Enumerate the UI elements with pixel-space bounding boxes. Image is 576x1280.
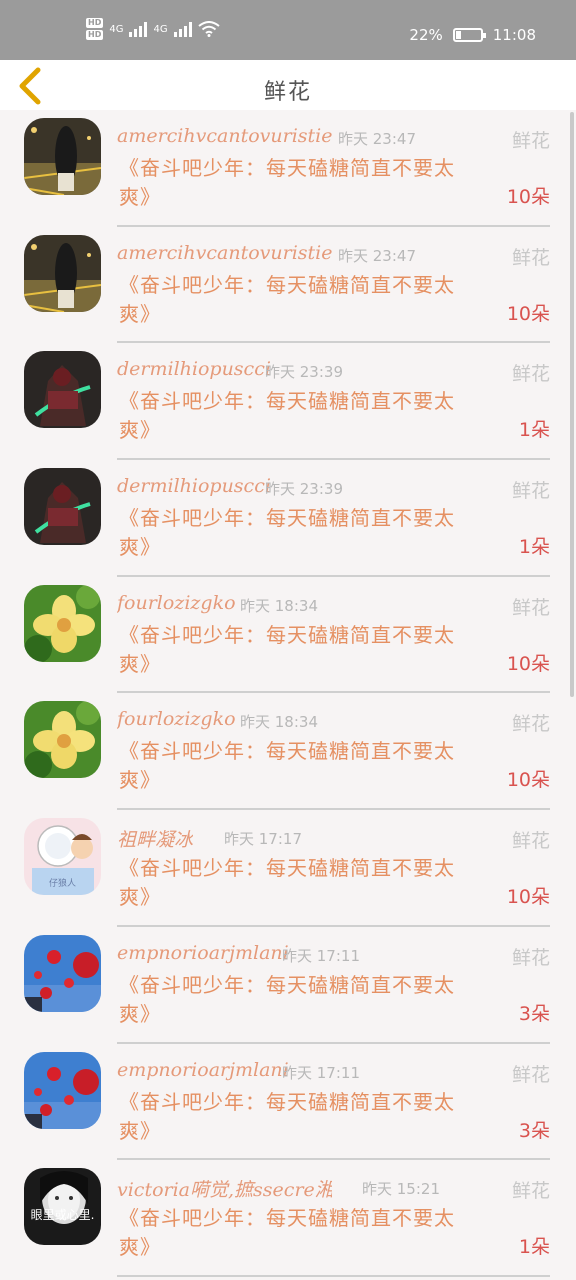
username[interactable]: fourlozizgko — [117, 592, 236, 614]
timestamp: 昨天 17:17 — [224, 830, 302, 849]
gift-list[interactable]: amercihvcantovuristier 昨天 23:47 鲜花 《奋斗吧少年：每… — [0, 110, 576, 1280]
timestamp: 昨天 17:11 — [282, 946, 360, 965]
timestamp: 昨天 17:11 — [282, 1063, 360, 1082]
status-right: 22% 11:08 — [409, 26, 536, 44]
gift-type-label: 鲜花 — [511, 480, 550, 503]
gift-type-label: 鲜花 — [511, 130, 550, 152]
flower-count: 10朵 — [506, 769, 550, 792]
timestamp: 昨天 18:34 — [240, 713, 318, 732]
hd-badges: HD HD — [86, 18, 104, 40]
status-left: HD HD 4G 4G — [86, 18, 220, 40]
signal-icon — [129, 21, 148, 37]
article-title[interactable]: 《奋斗吧少年：每天磕糖简直不要太爽》 — [119, 1204, 479, 1262]
gift-type-label: 鲜花 — [511, 246, 550, 269]
timestamp: 昨天 23:47 — [338, 130, 416, 148]
avatar[interactable] — [24, 351, 101, 429]
page-title: 鲜花 — [263, 80, 312, 105]
avatar[interactable] — [24, 934, 101, 1012]
avatar-text: 仔狼人 — [48, 879, 76, 890]
list-item[interactable]: empnorioarjmlani 昨天 17:11 鲜花《奋斗吧少年：每天磕糖简直不… — [0, 1044, 576, 1161]
timestamp: 昨天 23:39 — [265, 480, 343, 499]
avatar-text: 眼里或心里. — [30, 1208, 95, 1223]
gift-type-label: 鲜花 — [511, 946, 550, 969]
hd-badge: HD — [86, 18, 104, 28]
article-title[interactable]: 《奋斗吧少年：每天磕糖简直不要太爽》 — [119, 1088, 479, 1146]
avatar[interactable] — [24, 701, 101, 779]
timestamp: 昨天 23:47 — [338, 246, 416, 265]
avatar[interactable] — [24, 234, 101, 312]
list-item[interactable]: fourlozizgko 昨天 18:34 鲜花《奋斗吧少年：每天磕糖简直不要太爽》… — [0, 577, 576, 694]
article-title[interactable]: 《奋斗吧少年：每天磕糖简直不要太爽》 — [119, 504, 479, 562]
flower-count: 10朵 — [506, 302, 550, 325]
gift-type-label: 鲜花 — [511, 596, 550, 619]
status-bar: HD HD 4G 4G 22% 11:08 — [0, 0, 576, 60]
flower-count: 1朵 — [518, 1236, 550, 1259]
network-type: 4G — [109, 23, 124, 35]
divider — [117, 1274, 550, 1277]
avatar[interactable] — [24, 1051, 101, 1129]
avatar[interactable] — [24, 118, 101, 195]
article-title[interactable]: 《奋斗吧少年：每天磕糖简直不要太爽》 — [119, 971, 479, 1029]
username[interactable]: amercihvcantovuristier — [117, 125, 332, 147]
username[interactable]: fourlozizgko — [117, 708, 236, 730]
gift-type-label: 鲜花 — [511, 713, 550, 736]
list-item[interactable]: amercihvcantovuristier 昨天 23:47 鲜花《奋斗吧少年：每… — [0, 227, 576, 344]
flower-count: 10朵 — [506, 886, 550, 909]
battery-icon — [452, 28, 486, 42]
article-title[interactable]: 《奋斗吧少年：每天磕糖简直不要太爽》 — [119, 621, 479, 679]
timestamp: 昨天 15:21 — [362, 1180, 440, 1199]
header: 鲜花 — [0, 60, 576, 110]
list-item[interactable]: 仔狼人 祖畔凝冰 昨天 17:17 鲜花《奋斗吧少年：每天磕糖简直不要太爽》 10朵 — [0, 810, 576, 927]
flower-count: 3朵 — [518, 1119, 550, 1142]
article-title[interactable]: 《奋斗吧少年：每天磕糖简直不要太爽》 — [119, 154, 479, 212]
avatar[interactable]: 眼里或心里. — [24, 1168, 101, 1246]
network-type: 4G — [153, 23, 168, 35]
flower-count: 1朵 — [518, 536, 550, 559]
gift-type-label: 鲜花 — [511, 363, 550, 386]
gift-type-label: 鲜花 — [511, 1180, 550, 1203]
flower-count: 3朵 — [518, 1002, 550, 1025]
avatar[interactable] — [24, 468, 101, 546]
list-item[interactable]: 眼里或心里. victoria嗬觉,摭ssecre湘t 昨天 15:21 鲜花《奋斗吧… — [0, 1160, 576, 1277]
list-item[interactable]: fourlozizgko 昨天 18:34 鲜花《奋斗吧少年：每天磕糖简直不要太爽》… — [0, 693, 576, 811]
flower-count: 1朵 — [518, 419, 550, 442]
username[interactable]: empnorioarjmlani — [117, 942, 289, 964]
username[interactable]: dermilhiopuscci — [117, 358, 271, 380]
list-item[interactable]: empnorioarjmlani 昨天 17:11 鲜花《奋斗吧少年：每天磕糖简直不… — [0, 927, 576, 1044]
clock: 11:08 — [492, 26, 536, 44]
timestamp: 昨天 23:39 — [265, 363, 343, 382]
flower-count: 10朵 — [506, 186, 550, 208]
article-title[interactable]: 《奋斗吧少年：每天磕糖简直不要太爽》 — [119, 854, 479, 912]
article-title[interactable]: 《奋斗吧少年：每天磕糖简直不要太爽》 — [119, 271, 479, 329]
gift-type-label: 鲜花 — [511, 830, 550, 853]
avatar[interactable]: 仔狼人 — [24, 818, 101, 896]
scrollbar[interactable] — [570, 112, 574, 697]
username[interactable]: dermilhiopuscci — [117, 475, 271, 497]
list-item[interactable]: dermilhiopuscci 昨天 23:39 鲜花《奋斗吧少年：每天磕糖简直不要… — [0, 343, 576, 461]
list-item[interactable]: amercihvcantovuristier 昨天 23:47 鲜花《奋斗吧少年：每… — [0, 110, 576, 227]
username[interactable]: empnorioarjmlani — [117, 1059, 289, 1081]
username[interactable]: amercihvcantovuristier — [117, 242, 332, 264]
username[interactable]: 祖畔凝冰 — [117, 825, 193, 852]
article-title[interactable]: 《奋斗吧少年：每天磕糖简直不要太爽》 — [119, 737, 479, 795]
battery-percent: 22% — [409, 26, 443, 44]
hd-badge: HD — [86, 30, 104, 40]
signal-icon — [173, 21, 192, 37]
wifi-icon — [197, 21, 220, 37]
flower-count: 10朵 — [506, 652, 550, 675]
timestamp: 昨天 18:34 — [240, 596, 318, 615]
gift-type-label: 鲜花 — [511, 1063, 550, 1086]
article-title[interactable]: 《奋斗吧少年：每天磕糖简直不要太爽》 — [119, 387, 479, 445]
list-item[interactable]: dermilhiopuscci 昨天 23:39 鲜花《奋斗吧少年：每天磕糖简直不要… — [0, 460, 576, 577]
username[interactable]: victoria嗬觉,摭ssecre湘t — [117, 1175, 332, 1202]
avatar[interactable] — [24, 584, 101, 662]
